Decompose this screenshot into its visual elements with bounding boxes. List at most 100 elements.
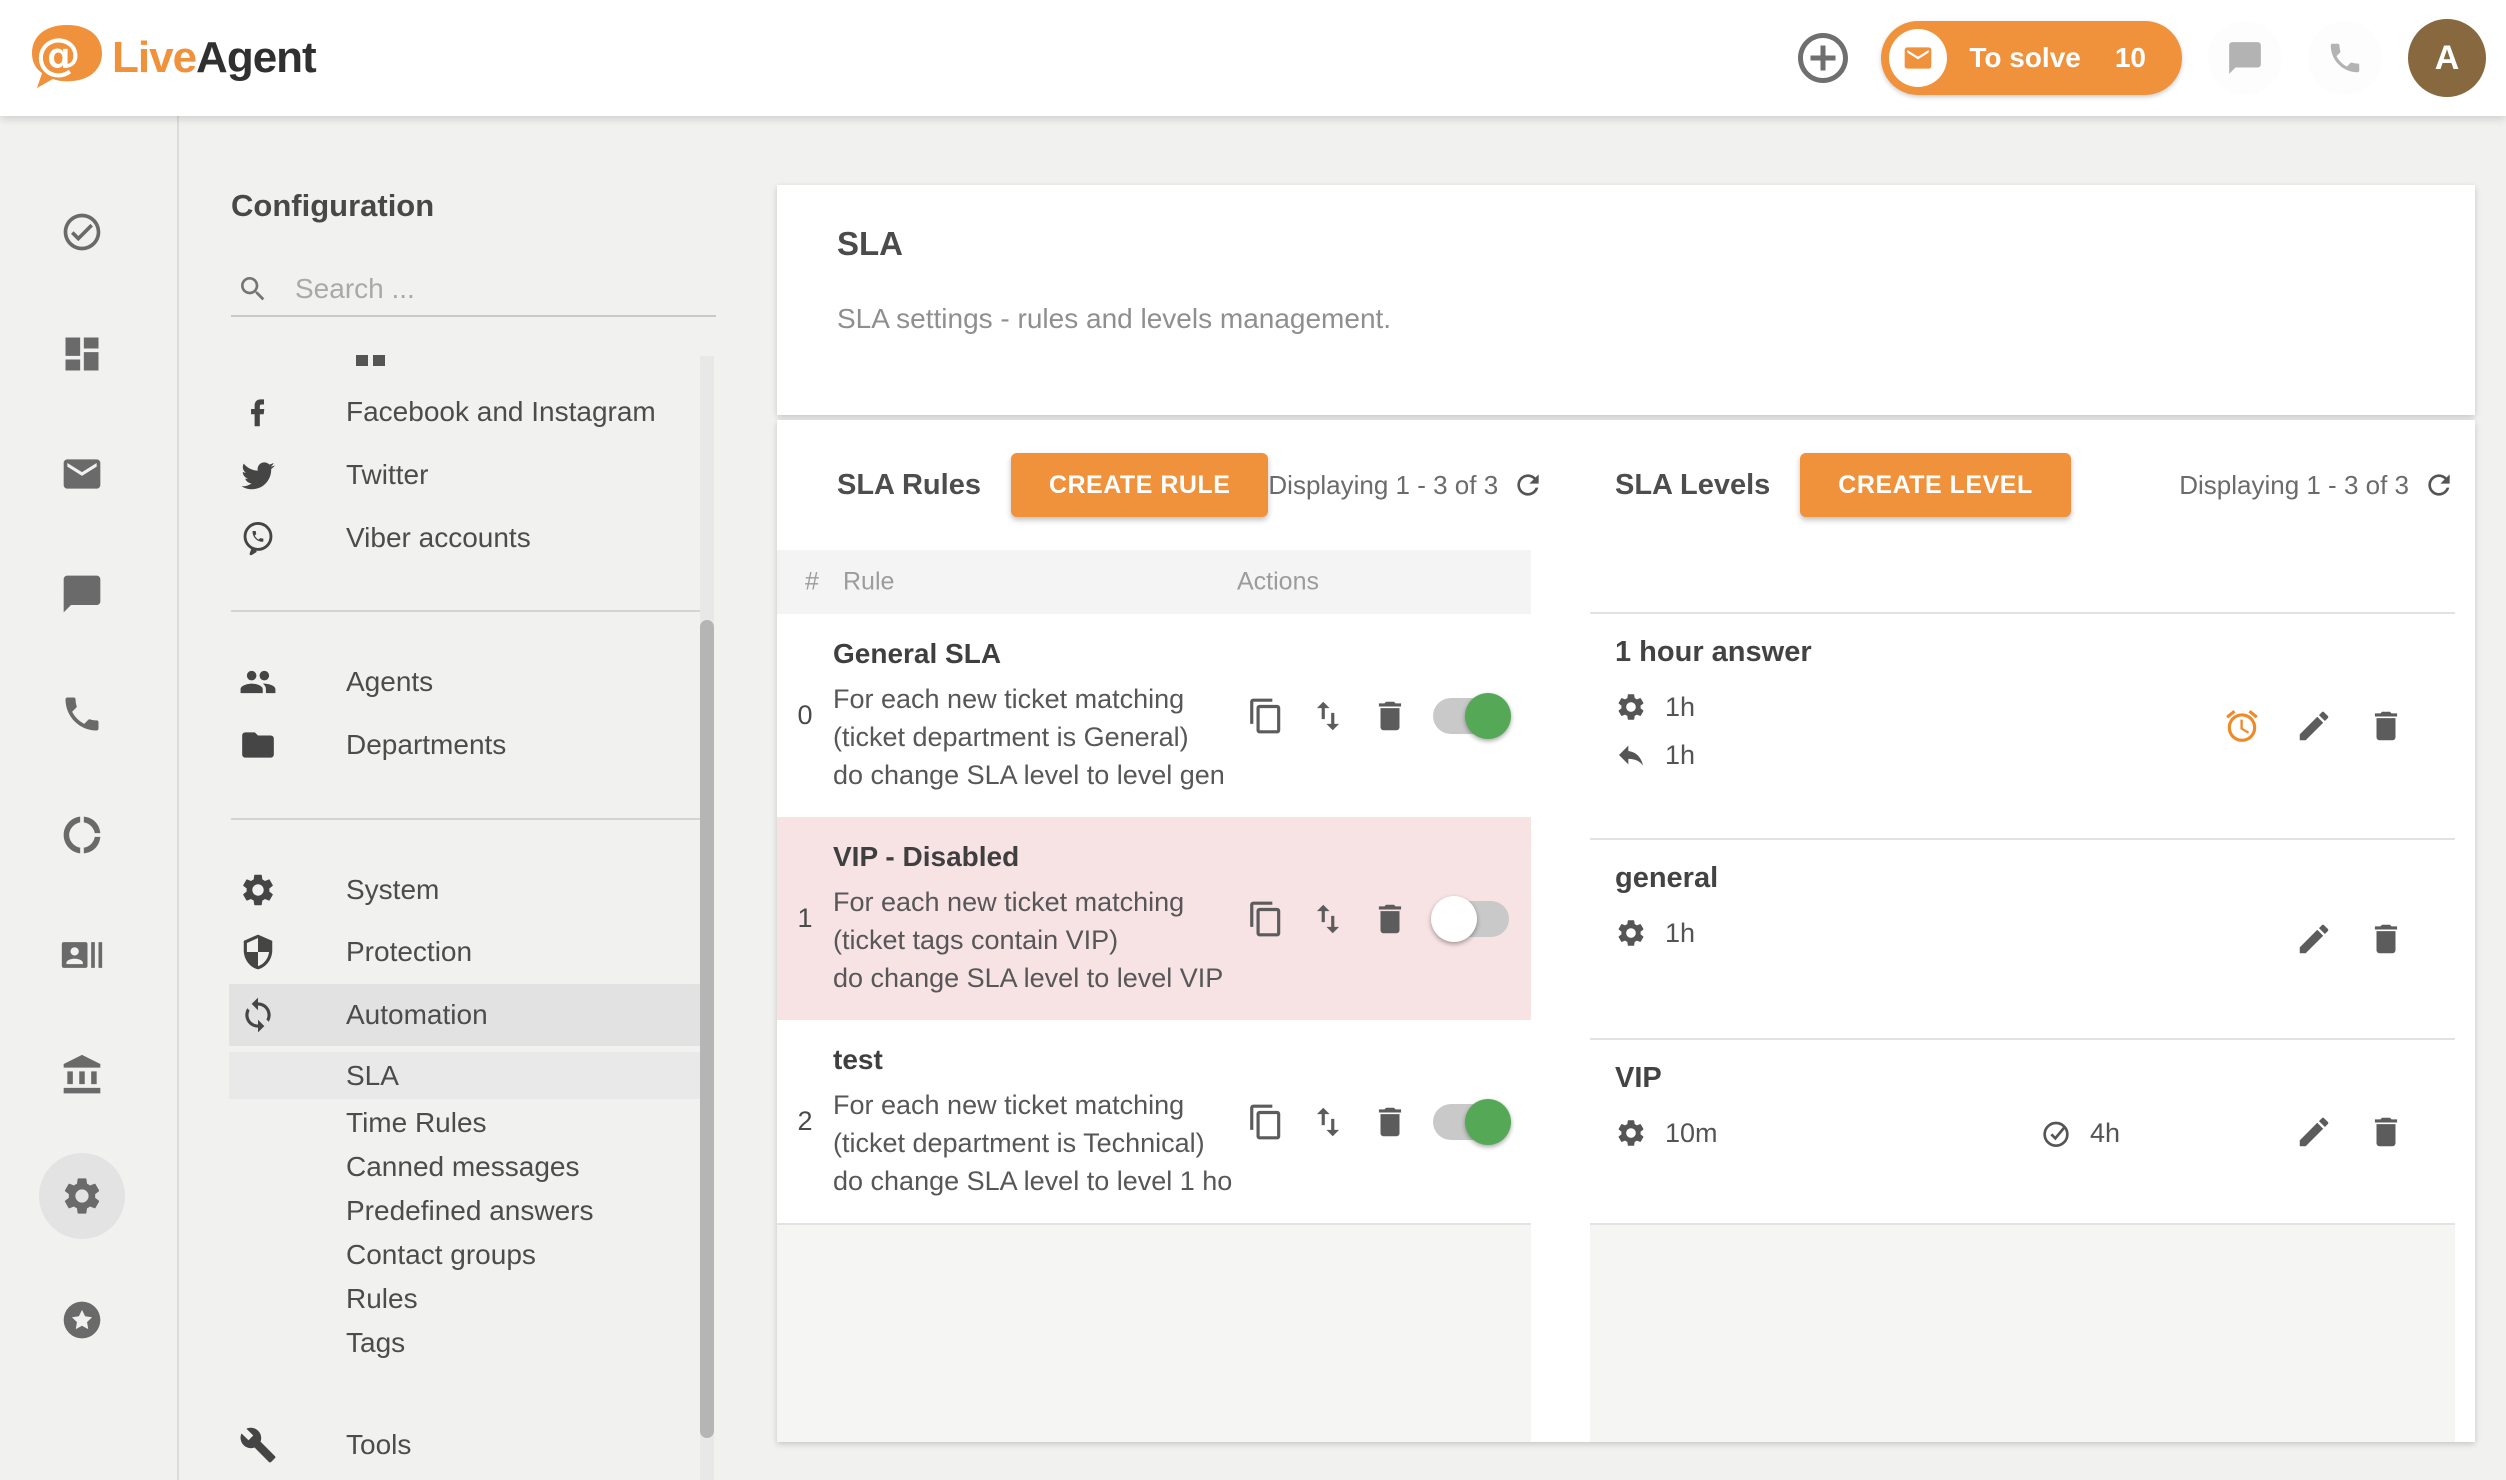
- search-underline: [231, 315, 716, 317]
- copy-icon[interactable]: [1247, 1103, 1285, 1141]
- rule-description-line: (ticket tags contain VIP): [833, 921, 1257, 959]
- reorder-icon[interactable]: [1309, 1103, 1347, 1141]
- sidebar-item-agents[interactable]: Agents: [181, 651, 701, 713]
- sidebar-item-label: Twitter: [346, 459, 428, 491]
- mail-icon[interactable]: [60, 452, 104, 496]
- sidebar-item-system[interactable]: System: [181, 859, 701, 921]
- sidebar-subitem-contact-groups[interactable]: Contact groups: [181, 1231, 701, 1278]
- contacts-icon[interactable]: [60, 933, 104, 977]
- refresh-icon[interactable]: [1512, 469, 1544, 501]
- table-row-test[interactable]: 2 test For each new ticket matching (tic…: [777, 1020, 1531, 1223]
- scrollbar-thumb[interactable]: [700, 620, 714, 1438]
- copy-icon[interactable]: [1247, 900, 1285, 938]
- list-item-1-hour-answer[interactable]: 1 hour answer 1h 1h: [1590, 612, 2455, 838]
- facebook-icon: [239, 393, 277, 431]
- sidebar-subitem-tags[interactable]: Tags: [181, 1319, 701, 1366]
- rule-description-line: For each new ticket matching: [833, 1086, 1257, 1124]
- clipped-item-artifact: [356, 354, 390, 366]
- rules-table-body: 0 General SLA For each new ticket matchi…: [777, 614, 1531, 1223]
- sidebar-item-twitter[interactable]: Twitter: [181, 444, 701, 506]
- sidebar-item-protection[interactable]: Protection: [181, 921, 701, 983]
- rule-enabled-toggle[interactable]: [1433, 698, 1509, 734]
- edit-icon[interactable]: [2295, 707, 2333, 745]
- check-circle-icon[interactable]: [60, 210, 104, 254]
- sidebar-item-viber[interactable]: Viber accounts: [181, 507, 701, 569]
- reorder-icon[interactable]: [1309, 900, 1347, 938]
- list-item-vip[interactable]: VIP 10m 4h: [1590, 1038, 2455, 1223]
- delete-icon[interactable]: [1371, 1103, 1409, 1141]
- create-level-button[interactable]: CREATE LEVEL: [1800, 453, 2070, 517]
- topbar-actions: To solve 10 A: [1793, 0, 2486, 116]
- sidebar-item-label: SLA: [346, 1060, 399, 1092]
- create-rule-button[interactable]: CREATE RULE: [1011, 453, 1268, 517]
- bank-icon[interactable]: [60, 1053, 104, 1097]
- sidebar-subitem-sla[interactable]: SLA: [229, 1052, 701, 1099]
- search-input[interactable]: [295, 273, 675, 305]
- settings-gear-icon[interactable]: [39, 1153, 125, 1239]
- copy-icon[interactable]: [1247, 697, 1285, 735]
- sync-icon: [239, 996, 277, 1034]
- rule-enabled-toggle[interactable]: [1433, 1104, 1509, 1140]
- list-item-general[interactable]: general 1h: [1590, 838, 2455, 1038]
- sidebar-item-automation[interactable]: Automation: [229, 984, 701, 1046]
- chat-icon[interactable]: [2208, 21, 2282, 95]
- twitter-icon: [239, 456, 277, 494]
- reorder-icon[interactable]: [1309, 697, 1347, 735]
- rule-title: General SLA: [833, 638, 1257, 670]
- to-solve-label: To solve: [1969, 42, 2081, 74]
- to-solve-button[interactable]: To solve 10: [1881, 21, 2182, 95]
- level-reply-time: 1h: [1665, 740, 1695, 771]
- delete-icon[interactable]: [2367, 1113, 2405, 1151]
- sidebar-subitem-predefined-answers[interactable]: Predefined answers: [181, 1187, 701, 1234]
- table-row-vip-disabled[interactable]: 1 VIP - Disabled For each new ticket mat…: [777, 817, 1531, 1020]
- level-answer-time: 10m: [1665, 1118, 1718, 1149]
- search-field[interactable]: [231, 264, 716, 314]
- rule-enabled-toggle[interactable]: [1433, 901, 1509, 937]
- sidebar-item-label: Tools: [346, 1429, 411, 1461]
- sidebar-subitem-time-rules[interactable]: Time Rules: [181, 1099, 701, 1146]
- sidebar-item-tools[interactable]: Tools: [181, 1414, 701, 1476]
- loader-icon[interactable]: [60, 813, 104, 857]
- levels-footer: [1590, 1223, 2455, 1442]
- avatar[interactable]: A: [2408, 19, 2486, 97]
- sidebar-item-facebook[interactable]: Facebook and Instagram: [181, 381, 701, 443]
- to-solve-count: 10: [2115, 42, 2146, 74]
- levels-list: 1 hour answer 1h 1h: [1590, 612, 2455, 1223]
- phone-icon[interactable]: [2308, 21, 2382, 95]
- edit-icon[interactable]: [2295, 920, 2333, 958]
- rule-description-line: do change SLA level to level 1 ho: [833, 1162, 1257, 1200]
- alarm-icon[interactable]: [2223, 707, 2261, 745]
- level-title: 1 hour answer: [1615, 636, 2455, 669]
- refresh-icon[interactable]: [2423, 469, 2455, 501]
- delete-icon[interactable]: [1371, 900, 1409, 938]
- edit-icon[interactable]: [2295, 1113, 2333, 1151]
- rules-heading: SLA Rules: [837, 469, 981, 502]
- sla-levels-section: SLA Levels CREATE LEVEL Displaying 1 - 3…: [1590, 420, 2455, 1442]
- gear-icon: [1615, 691, 1647, 723]
- delete-icon[interactable]: [2367, 707, 2405, 745]
- sidebar-item-label: Viber accounts: [346, 522, 531, 554]
- chat-bubble-icon[interactable]: [60, 572, 104, 616]
- delete-icon[interactable]: [1371, 697, 1409, 735]
- rule-description-line: For each new ticket matching: [833, 883, 1257, 921]
- sidebar-item-departments[interactable]: Departments: [181, 714, 701, 776]
- add-icon[interactable]: [1793, 28, 1853, 88]
- sidebar-item-label: Protection: [346, 936, 472, 968]
- call-icon[interactable]: [60, 692, 104, 736]
- sidebar-item-label: Tags: [346, 1327, 405, 1359]
- wrench-icon: [239, 1426, 277, 1464]
- sla-header-card: SLA SLA settings - rules and levels mana…: [777, 185, 2475, 415]
- rules-displaying: Displaying 1 - 3 of 3: [1268, 470, 1498, 501]
- levels-heading: SLA Levels: [1615, 469, 1770, 502]
- star-icon[interactable]: [60, 1298, 104, 1342]
- dashboard-icon[interactable]: [60, 332, 104, 376]
- table-row-general-sla[interactable]: 0 General SLA For each new ticket matchi…: [777, 614, 1531, 817]
- sidebar-subitem-rules[interactable]: Rules: [181, 1275, 701, 1322]
- search-icon: [237, 273, 269, 305]
- gear-icon: [1615, 1117, 1647, 1149]
- liveagent-logo[interactable]: @ LiveAgent: [28, 0, 316, 116]
- svg-text:@: @: [36, 28, 81, 81]
- sidebar-subitem-canned-messages[interactable]: Canned messages: [181, 1143, 701, 1190]
- sidebar-item-label: Automation: [346, 999, 488, 1031]
- delete-icon[interactable]: [2367, 920, 2405, 958]
